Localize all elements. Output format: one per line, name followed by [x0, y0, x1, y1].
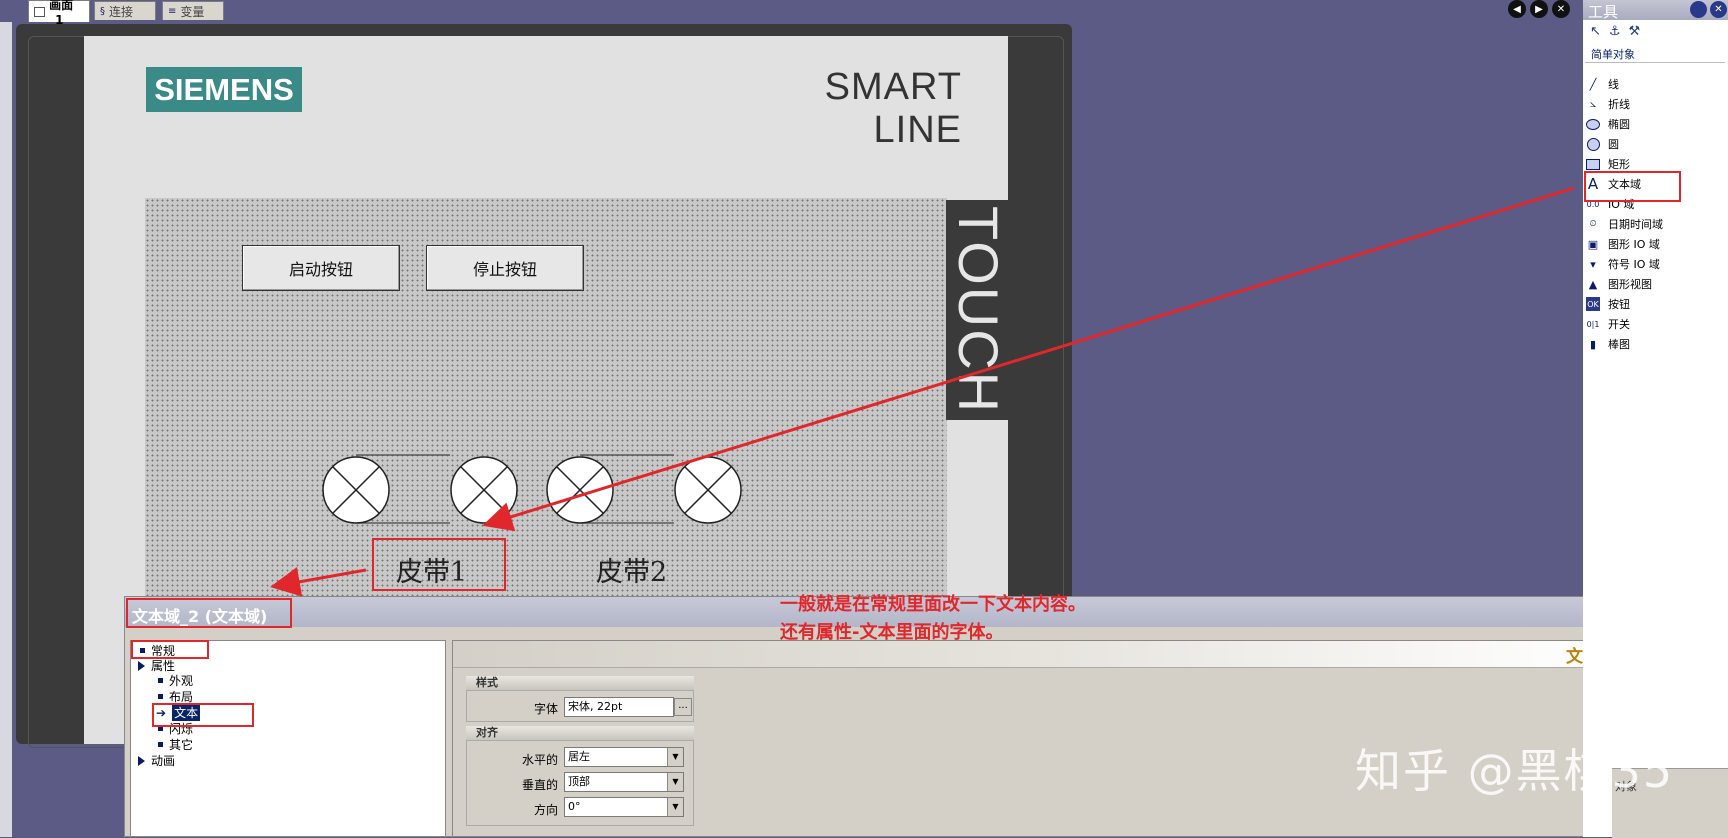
annotation-line-1: 一般就是在常规里面改一下文本内容。	[780, 594, 1086, 615]
annotation-arrows	[270, 186, 1575, 597]
arrow-to-dialog	[270, 567, 367, 597]
arrow-to-belt1	[482, 186, 1575, 532]
watermark: 知乎 @黑棋35	[1355, 744, 1675, 798]
annotation-line-2: 还有属性-文本里面的字体。	[780, 622, 1004, 643]
